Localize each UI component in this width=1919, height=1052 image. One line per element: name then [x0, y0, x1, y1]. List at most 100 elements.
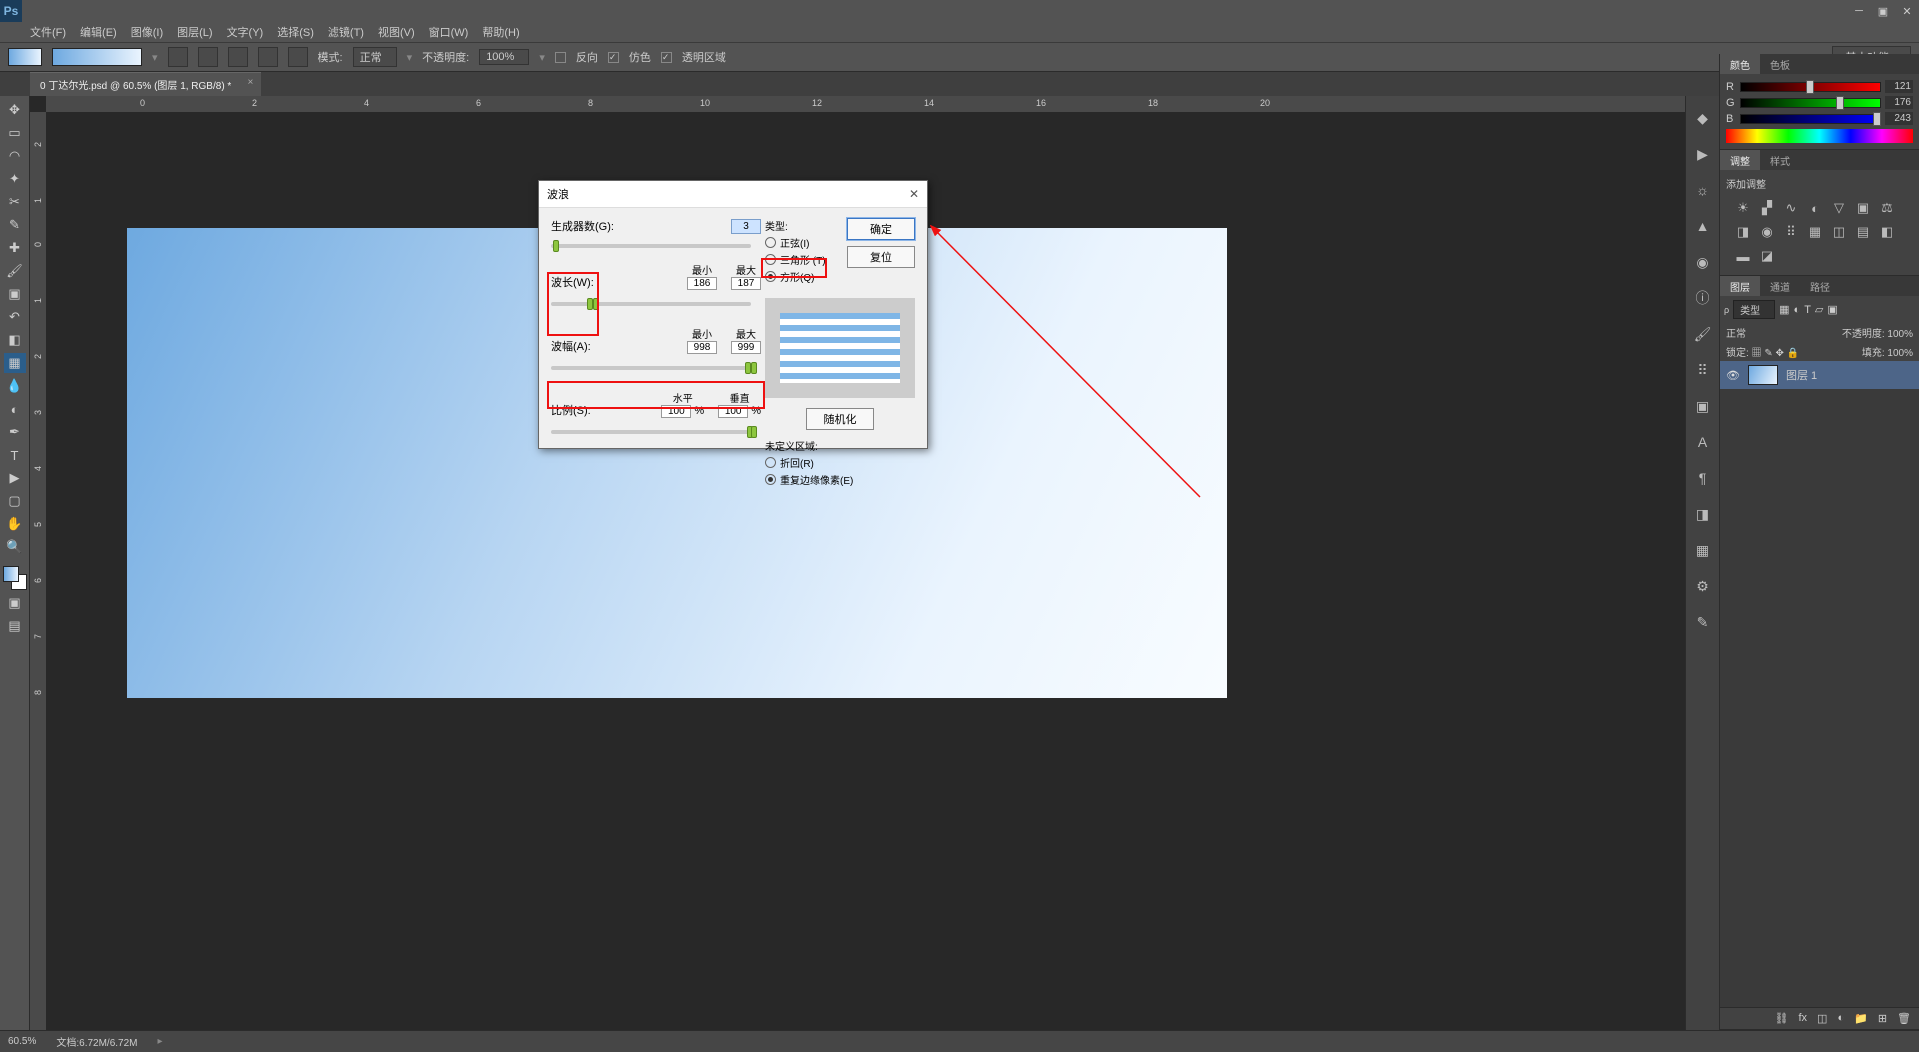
- filter-adjust-icon[interactable]: ◐: [1794, 304, 1801, 316]
- navigator-panel-icon[interactable]: ◨: [1693, 504, 1713, 524]
- b-value[interactable]: 243: [1885, 112, 1913, 125]
- doc-size[interactable]: 文档:6.72M/6.72M: [56, 1034, 137, 1049]
- document-tab[interactable]: 0 丁达尔光.psd @ 60.5% (图层 1, RGB/8) * ×: [30, 72, 261, 96]
- grad-reflected-icon[interactable]: [258, 47, 278, 67]
- zoom-tool[interactable]: 🔍: [4, 537, 26, 557]
- blend-mode-dropdown[interactable]: 正常: [1726, 325, 1746, 340]
- mixer-icon[interactable]: ⠿: [1782, 223, 1800, 241]
- menu-window[interactable]: 窗口(W): [429, 24, 469, 40]
- eyedropper-tool[interactable]: ✎: [4, 215, 26, 235]
- screen-mode-toggle[interactable]: ▤: [4, 616, 26, 636]
- filter-pixel-icon[interactable]: ▦: [1779, 303, 1789, 316]
- info-panel-icon[interactable]: ⓘ: [1693, 288, 1713, 308]
- magic-wand-tool[interactable]: ✦: [4, 169, 26, 189]
- b-slider[interactable]: [1740, 114, 1881, 124]
- zoom-level[interactable]: 60.5%: [8, 1036, 36, 1047]
- close-button[interactable]: ✕: [1895, 2, 1919, 20]
- link-layers-icon[interactable]: ⛓: [1775, 1012, 1789, 1025]
- gradient-picker[interactable]: [52, 48, 142, 66]
- history-brush-tool[interactable]: ↶: [4, 307, 26, 327]
- filter-type-icon[interactable]: T: [1804, 304, 1811, 316]
- selective-icon[interactable]: ◪: [1758, 247, 1776, 265]
- reset-button[interactable]: 复位: [847, 246, 915, 268]
- close-icon[interactable]: ✕: [909, 187, 919, 201]
- minimize-button[interactable]: ─: [1847, 2, 1871, 20]
- blur-tool[interactable]: 💧: [4, 376, 26, 396]
- posterize-icon[interactable]: ▤: [1854, 223, 1872, 241]
- amplitude-slider[interactable]: [551, 366, 751, 370]
- tab-layers[interactable]: 图层: [1720, 276, 1760, 296]
- g-value[interactable]: 176: [1885, 96, 1913, 109]
- amplitude-min-input[interactable]: [687, 341, 717, 354]
- levels-icon[interactable]: ▞: [1758, 199, 1776, 217]
- amplitude-max-input[interactable]: [731, 341, 761, 354]
- notes-panel-icon[interactable]: ✎: [1693, 612, 1713, 632]
- delete-layer-icon[interactable]: 🗑: [1897, 1012, 1911, 1025]
- bw-icon[interactable]: ◨: [1734, 223, 1752, 241]
- clone-panel-icon[interactable]: ▣: [1693, 396, 1713, 416]
- r-value[interactable]: 121: [1885, 80, 1913, 93]
- lasso-tool[interactable]: ◠: [4, 146, 26, 166]
- opacity-value[interactable]: 100%: [479, 49, 529, 65]
- histogram-panel-icon[interactable]: ▲: [1693, 216, 1713, 236]
- close-tab-icon[interactable]: ×: [247, 77, 253, 88]
- quickmask-toggle[interactable]: ▣: [4, 593, 26, 613]
- radio-wrap[interactable]: [765, 457, 776, 468]
- dialog-titlebar[interactable]: 波浪 ✕: [539, 181, 927, 208]
- brightness-panel-icon[interactable]: ☼: [1693, 180, 1713, 200]
- brushpresets-panel-icon[interactable]: ⠿: [1693, 360, 1713, 380]
- stamp-tool[interactable]: ▣: [4, 284, 26, 304]
- filter-smart-icon[interactable]: ▣: [1827, 303, 1837, 316]
- layer-group-icon[interactable]: 📁: [1854, 1012, 1868, 1025]
- history-panel-icon[interactable]: ◆: [1693, 108, 1713, 128]
- hue-icon[interactable]: ▣: [1854, 199, 1872, 217]
- menu-filter[interactable]: 滤镜(T): [328, 24, 364, 40]
- menu-file[interactable]: 文件(F): [30, 24, 66, 40]
- layer-thumb[interactable]: [1748, 365, 1778, 385]
- new-layer-icon[interactable]: ⊞: [1878, 1012, 1887, 1025]
- swatches-panel-icon[interactable]: ▦: [1693, 540, 1713, 560]
- layer-opacity-value[interactable]: 100%: [1887, 329, 1913, 340]
- wavelength-max-input[interactable]: [731, 277, 761, 290]
- marquee-tool[interactable]: ▭: [4, 123, 26, 143]
- grad-diamond-icon[interactable]: [288, 47, 308, 67]
- lookup-icon[interactable]: ▦: [1806, 223, 1824, 241]
- ruler-horizontal[interactable]: 0 2 4 6 8 10 12 14 16 18 20: [46, 96, 1919, 112]
- maximize-button[interactable]: ▣: [1871, 2, 1895, 20]
- grad-angle-icon[interactable]: [228, 47, 248, 67]
- tab-channels[interactable]: 通道: [1760, 276, 1800, 296]
- transparency-checkbox[interactable]: [661, 52, 672, 63]
- wavelength-min-input[interactable]: [687, 277, 717, 290]
- radio-sine[interactable]: [765, 237, 776, 248]
- tool-preset[interactable]: [8, 48, 42, 66]
- reverse-checkbox[interactable]: [555, 52, 566, 63]
- tab-styles[interactable]: 样式: [1760, 150, 1800, 170]
- grad-linear-icon[interactable]: [168, 47, 188, 67]
- gradient-map-icon[interactable]: ▬: [1734, 247, 1752, 265]
- radio-repeat[interactable]: [765, 474, 776, 485]
- ruler-vertical[interactable]: 2 1 0 1 2 3 4 5 6 7 8: [30, 112, 46, 1030]
- scale-slider[interactable]: [551, 430, 751, 434]
- properties-panel-icon[interactable]: ◉: [1693, 252, 1713, 272]
- tab-swatches[interactable]: 色板: [1760, 54, 1800, 74]
- tab-adjustments[interactable]: 调整: [1720, 150, 1760, 170]
- layer-item[interactable]: 👁 图层 1: [1720, 361, 1919, 389]
- curves-icon[interactable]: ∿: [1782, 199, 1800, 217]
- menu-layer[interactable]: 图层(L): [177, 24, 212, 40]
- menu-edit[interactable]: 编辑(E): [80, 24, 117, 40]
- para-panel-icon[interactable]: ¶: [1693, 468, 1713, 488]
- pen-tool[interactable]: ✒: [4, 422, 26, 442]
- crop-tool[interactable]: ✂: [4, 192, 26, 212]
- dither-checkbox[interactable]: [608, 52, 619, 63]
- dodge-tool[interactable]: ◐: [4, 399, 26, 419]
- generators-slider[interactable]: [551, 244, 751, 248]
- layer-fx-icon[interactable]: fx: [1798, 1012, 1807, 1025]
- char-panel-icon[interactable]: A: [1693, 432, 1713, 452]
- adjustment-layer-icon[interactable]: ◐: [1837, 1012, 1844, 1025]
- ok-button[interactable]: 确定: [847, 218, 915, 240]
- layer-kind-dropdown[interactable]: 类型: [1733, 300, 1775, 319]
- r-slider[interactable]: [1740, 82, 1881, 92]
- photo-filter-icon[interactable]: ◉: [1758, 223, 1776, 241]
- layer-name[interactable]: 图层 1: [1786, 367, 1817, 383]
- brush-panel-icon[interactable]: 🖌: [1693, 324, 1713, 344]
